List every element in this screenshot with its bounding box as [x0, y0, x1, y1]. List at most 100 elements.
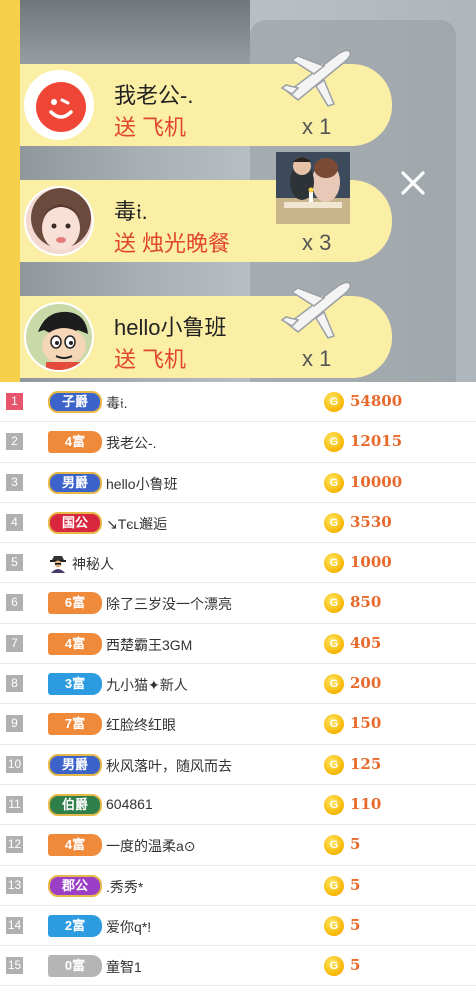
user-name[interactable]: .秀秀*: [106, 877, 143, 897]
rank-badge: 4富: [48, 632, 102, 655]
gift-sender-name: 我老公-.: [114, 83, 194, 108]
coin-icon: G: [324, 593, 344, 614]
table-row[interactable]: 2 4富 我老公-. G 12015: [0, 422, 476, 463]
user-name[interactable]: 毒𝔦.: [106, 393, 127, 413]
coin-icon: G: [324, 553, 344, 574]
coin-icon: G: [324, 633, 344, 654]
table-row[interactable]: 6 6富 除了三岁没一个漂亮 G 850: [0, 583, 476, 624]
rank-badge: 0富: [48, 955, 102, 978]
rank-badge: 伯爵: [48, 793, 102, 816]
rank-badge: 6富: [48, 592, 102, 615]
table-row[interactable]: 10 男爵 秋风落叶，随风而去 G 125: [0, 745, 476, 785]
gift-notification: hello小鲁班 送飞机 x 1: [20, 281, 392, 378]
table-row[interactable]: 11 伯爵 604861 G 110: [0, 785, 476, 826]
rank-number: 6: [6, 594, 23, 612]
coin-icon: G: [324, 794, 344, 815]
coin-icon: G: [324, 754, 344, 775]
user-name[interactable]: hello小鲁班: [106, 474, 178, 494]
table-row[interactable]: 12 4富 一度的温柔a⊙ G 5: [0, 825, 476, 866]
rank-badge: 国公: [48, 511, 102, 534]
avatar[interactable]: [24, 70, 94, 140]
contribution-amount: 3530: [350, 512, 392, 531]
user-name[interactable]: 604861: [106, 796, 153, 812]
coin-icon: G: [324, 472, 344, 493]
avatar[interactable]: [24, 302, 94, 372]
close-icon[interactable]: [398, 168, 428, 198]
table-row[interactable]: 8 3富 九小猫✦新人 G 200: [0, 664, 476, 705]
coin-icon: G: [324, 392, 344, 412]
user-name[interactable]: 童智1: [106, 957, 142, 977]
gift-action: 送飞机: [114, 342, 186, 374]
table-row[interactable]: 15 0富 童智1 G 5: [0, 946, 476, 987]
coin-icon: G: [324, 512, 344, 533]
rank-number: 14: [6, 916, 23, 934]
user-name[interactable]: 除了三岁没一个漂亮: [106, 594, 232, 614]
table-row[interactable]: 14 2富 爱你q*! G 5: [0, 906, 476, 947]
contribution-amount: 54800: [350, 392, 403, 410]
rank-number: 15: [6, 957, 23, 975]
table-row[interactable]: 13 郡公 .秀秀* G 5: [0, 866, 476, 906]
live-room: 我老公-. 送飞机 x 1 毒𝔦. 送 烛光晚餐 x 3 hello小鲁班 送 …: [0, 0, 476, 1000]
rank-number: 3: [6, 473, 23, 491]
gift-item-name: 烛光晚餐: [142, 231, 231, 256]
user-name[interactable]: 爱你q*!: [106, 917, 151, 937]
gift-sender-name: hello小鲁班: [114, 315, 227, 340]
avatar[interactable]: [24, 186, 94, 256]
rank-number: 10: [6, 755, 23, 773]
contribution-amount: 150: [350, 714, 382, 733]
user-name[interactable]: 西楚霸王3GM: [106, 635, 192, 655]
coin-icon: G: [324, 432, 344, 453]
coin-icon: G: [324, 956, 344, 977]
gift-item-name: 飞机: [142, 115, 187, 140]
gift-count: x 3: [302, 230, 332, 255]
rank-number: 2: [6, 433, 23, 451]
contribution-amount: 5: [350, 956, 361, 975]
rank-badge: 郡公: [48, 874, 102, 897]
contribution-amount: 5: [350, 835, 361, 854]
rank-number: 11: [6, 795, 23, 813]
rank-number: 9: [6, 715, 23, 733]
user-name[interactable]: 九小猫✦新人: [106, 675, 188, 695]
gift-verb: 送: [114, 115, 137, 140]
table-row[interactable]: 7 4富 西楚霸王3GM G 405: [0, 624, 476, 665]
user-name[interactable]: 神秘人: [72, 554, 114, 574]
candlelight-dinner-photo: [276, 152, 354, 224]
airplane-icon: [278, 274, 356, 346]
user-name[interactable]: 一度的温柔a⊙: [106, 836, 196, 856]
rank-badge: 男爵: [48, 471, 102, 494]
coin-icon: G: [324, 835, 344, 856]
contribution-amount: 850: [350, 593, 382, 612]
coin-icon: G: [324, 714, 344, 735]
rank-number: 1: [6, 393, 23, 410]
contribution-amount: 10000: [350, 472, 403, 491]
contribution-amount: 5: [350, 875, 361, 894]
gift-count: x 1: [302, 346, 332, 371]
rank-badge: 2富: [48, 914, 102, 937]
table-row[interactable]: 5 神秘人 G 1000: [0, 543, 476, 584]
table-row[interactable]: 9 7富 红脸终红眼 G 150: [0, 704, 476, 745]
user-name[interactable]: 红脸终红眼: [106, 715, 176, 735]
airplane-icon: [278, 42, 356, 114]
gift-verb: 送: [114, 347, 137, 372]
rank-number: 8: [6, 675, 23, 693]
table-row[interactable]: 3 男爵 hello小鲁班 G 10000: [0, 463, 476, 503]
user-name[interactable]: 我老公-.: [106, 433, 157, 453]
contribution-amount: 125: [350, 754, 382, 773]
rank-badge: 4富: [48, 834, 102, 857]
gift-notification: 毒𝔦. 送烛光晚餐 x 3: [20, 152, 392, 262]
contribution-amount: 5: [350, 915, 361, 934]
gift-item-name: 飞机: [142, 347, 187, 372]
gift-broadcast-area: 我老公-. 送飞机 x 1 毒𝔦. 送 烛光晚餐 x 3 hello小鲁班 送 …: [0, 0, 476, 382]
table-row[interactable]: 1 子爵 毒𝔦. G 54800: [0, 382, 476, 423]
rank-badge: 7富: [48, 713, 102, 736]
contribution-amount: 12015: [350, 432, 403, 451]
user-name[interactable]: 秋风落叶，随风而去: [106, 756, 232, 776]
rank-number: 4: [6, 513, 23, 531]
user-name[interactable]: ↘Tєʟ邂逅: [106, 514, 167, 534]
contribution-amount: 1000: [350, 553, 392, 572]
rank-badge: 3富: [48, 673, 102, 696]
contribution-amount: 405: [350, 633, 382, 652]
table-row[interactable]: 4 国公 ↘Tєʟ邂逅 G 3530: [0, 503, 476, 544]
rank-badge: 4富: [48, 431, 102, 454]
gift-stripe: [0, 0, 20, 382]
